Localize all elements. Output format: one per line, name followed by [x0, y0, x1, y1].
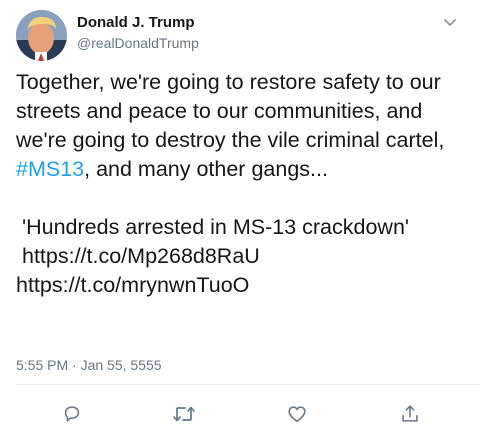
share-button[interactable]	[396, 400, 424, 428]
tweet-header: Donald J. Trump @realDonaldTrump	[16, 10, 464, 62]
tweet-paragraph: Together, we're going to restore safety …	[16, 68, 468, 184]
author-block: Donald J. Trump @realDonaldTrump	[77, 14, 199, 52]
action-bar	[0, 400, 480, 428]
tweet-timestamp[interactable]: 5:55 PM · Jan 55, 5555	[16, 357, 162, 373]
tweet-link[interactable]: https://t.co/mrynwnTuoO	[16, 273, 249, 297]
retweet-button[interactable]	[170, 400, 198, 428]
tweet-text-part: Together, we're going to restore safety …	[16, 70, 445, 152]
user-handle[interactable]: @realDonaldTrump	[77, 34, 199, 52]
like-button[interactable]	[283, 400, 311, 428]
divider	[16, 384, 480, 385]
avatar[interactable]	[16, 10, 67, 61]
avatar-image	[16, 10, 67, 61]
display-name[interactable]: Donald J. Trump	[77, 14, 199, 32]
reply-icon	[64, 406, 80, 422]
retweet-icon	[173, 406, 195, 422]
tweet-link[interactable]: https://t.co/Mp268d8RaU	[22, 244, 260, 268]
tweet-card: Donald J. Trump @realDonaldTrump Togethe…	[0, 0, 480, 440]
quoted-headline: 'Hundreds arrested in MS-13 crackdown'	[22, 215, 410, 239]
tweet-text-part: , and many other gangs...	[84, 157, 328, 181]
hashtag-link[interactable]: #MS13	[16, 157, 84, 181]
share-icon	[402, 405, 418, 422]
like-icon	[288, 406, 306, 423]
tweet-text: Together, we're going to restore safety …	[16, 68, 468, 300]
chevron-down-icon[interactable]	[442, 14, 458, 30]
reply-button[interactable]	[58, 400, 86, 428]
